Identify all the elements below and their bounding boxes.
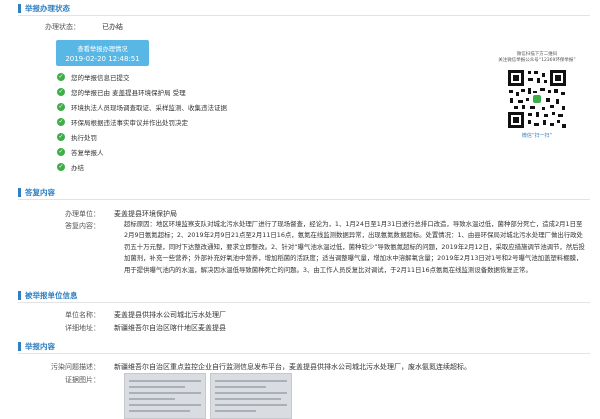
section-divider bbox=[18, 15, 590, 16]
step-text: 您的举报信息已提交 bbox=[71, 74, 130, 82]
evidence-photos bbox=[124, 373, 292, 419]
section-reply-header: 答复内容 bbox=[0, 186, 600, 200]
content-problem-row: 污染问题描述： 新疆维吾尔自治区重点监控企业自行监测信息发布平台，麦盖提县供排水… bbox=[30, 362, 471, 372]
reply-content-text: 超标原因：地区环境监察支队对城北污水处理厂进行了现场督查，经论为，1、1月24日… bbox=[124, 220, 585, 274]
check-icon: ✓ bbox=[57, 73, 65, 81]
reported-name-row: 单位名称： 麦盖提县供排水公司城北污水处理厂 bbox=[40, 310, 226, 320]
step-text: 执行处罚 bbox=[71, 134, 97, 142]
section-title: 被举报单位信息 bbox=[25, 290, 78, 300]
section-marker bbox=[18, 341, 21, 351]
check-icon: ✓ bbox=[57, 118, 65, 126]
qr-caption-2: 关注微信举报公众号“12369环保举报” bbox=[498, 58, 576, 63]
section-marker bbox=[18, 3, 21, 13]
reported-addr-label: 详细地址： bbox=[65, 324, 100, 332]
status-row: 办理状态： 已办结 bbox=[0, 22, 123, 32]
reported-name-value: 麦盖提县供排水公司城北污水处理厂 bbox=[114, 311, 226, 319]
reply-content-label: 答复内容： bbox=[65, 222, 100, 230]
check-icon: ✓ bbox=[57, 88, 65, 96]
progress-step: ✓ 答复举报人 bbox=[57, 147, 104, 157]
evidence-photo-thumbnail[interactable] bbox=[210, 373, 292, 419]
step-text: 环境执法人员现场调查取证、采样监测、收集违法证据 bbox=[71, 104, 227, 112]
qr-code-icon bbox=[506, 68, 568, 130]
qr-scan-caption: 微信“扫一扫” bbox=[521, 133, 553, 139]
check-icon: ✓ bbox=[57, 148, 65, 156]
progress-step: ✓ 环保局根据违法事实审议并作出处罚决定 bbox=[57, 117, 188, 127]
progress-step: ✓ 您的举报信息已提交 bbox=[57, 72, 130, 82]
section-marker bbox=[18, 290, 21, 300]
section-title: 答复内容 bbox=[25, 187, 55, 197]
reported-name-label: 单位名称： bbox=[65, 311, 100, 319]
reply-unit-label: 办理单位： bbox=[65, 210, 100, 218]
reported-addr-value: 新疆维吾尔自治区喀什地区麦盖提县 bbox=[114, 324, 226, 332]
check-icon: ✓ bbox=[57, 163, 65, 171]
status-label: 办理状态： bbox=[45, 23, 80, 31]
progress-step: ✓ 您的举报已由 麦盖提县环境保护局 受理 bbox=[57, 87, 186, 97]
content-photo-label: 证据图片： bbox=[65, 376, 100, 384]
content-problem-value: 新疆维吾尔自治区重点监控企业自行监测信息发布平台，麦盖提县供排水公司城北污水处理… bbox=[114, 363, 471, 371]
section-title: 举报内容 bbox=[25, 341, 55, 351]
status-value: 已办结 bbox=[102, 23, 123, 31]
evidence-photo-thumbnail[interactable] bbox=[124, 373, 206, 419]
section-reported-header: 被举报单位信息 bbox=[0, 289, 600, 303]
section-title: 举报办理状态 bbox=[25, 3, 70, 13]
check-icon: ✓ bbox=[57, 133, 65, 141]
step-text: 答复举报人 bbox=[71, 149, 104, 157]
content-photo-row: 证据图片： bbox=[40, 375, 114, 385]
qr-block: 微信扫描下方二维码 关注微信举报公众号“12369环保举报” 微信“扫一扫” bbox=[492, 52, 582, 139]
reply-content-label-row: 答复内容： bbox=[40, 221, 114, 231]
step-text: 您的举报已由 麦盖提县环境保护局 受理 bbox=[71, 89, 186, 97]
section-divider bbox=[18, 302, 590, 303]
step-text: 办结 bbox=[71, 164, 84, 172]
reply-unit-row: 办理单位： 麦盖提县环境保护局 bbox=[40, 209, 177, 219]
section-marker bbox=[18, 187, 21, 197]
check-icon: ✓ bbox=[57, 103, 65, 111]
view-progress-button[interactable]: 查看举报办理情况 2019-02-20 12:48:51 bbox=[56, 40, 149, 66]
progress-step: ✓ 办结 bbox=[57, 162, 84, 172]
status-card-title: 查看举报办理情况 bbox=[77, 46, 128, 53]
reply-unit-value: 麦盖提县环境保护局 bbox=[114, 210, 177, 218]
section-divider bbox=[18, 199, 590, 200]
progress-step: ✓ 执行处罚 bbox=[57, 132, 97, 142]
reported-addr-row: 详细地址： 新疆维吾尔自治区喀什地区麦盖提县 bbox=[40, 323, 226, 333]
step-text: 环保局根据违法事实审议并作出处罚决定 bbox=[71, 119, 188, 127]
progress-step: ✓ 环境执法人员现场调查取证、采样监测、收集违法证据 bbox=[57, 102, 227, 112]
status-card-date: 2019-02-20 12:48:51 bbox=[65, 55, 140, 63]
content-problem-label: 污染问题描述： bbox=[51, 363, 100, 371]
section-content-header: 举报内容 bbox=[0, 340, 600, 354]
section-progress-header: 举报办理状态 bbox=[0, 2, 600, 16]
section-divider bbox=[18, 353, 590, 354]
